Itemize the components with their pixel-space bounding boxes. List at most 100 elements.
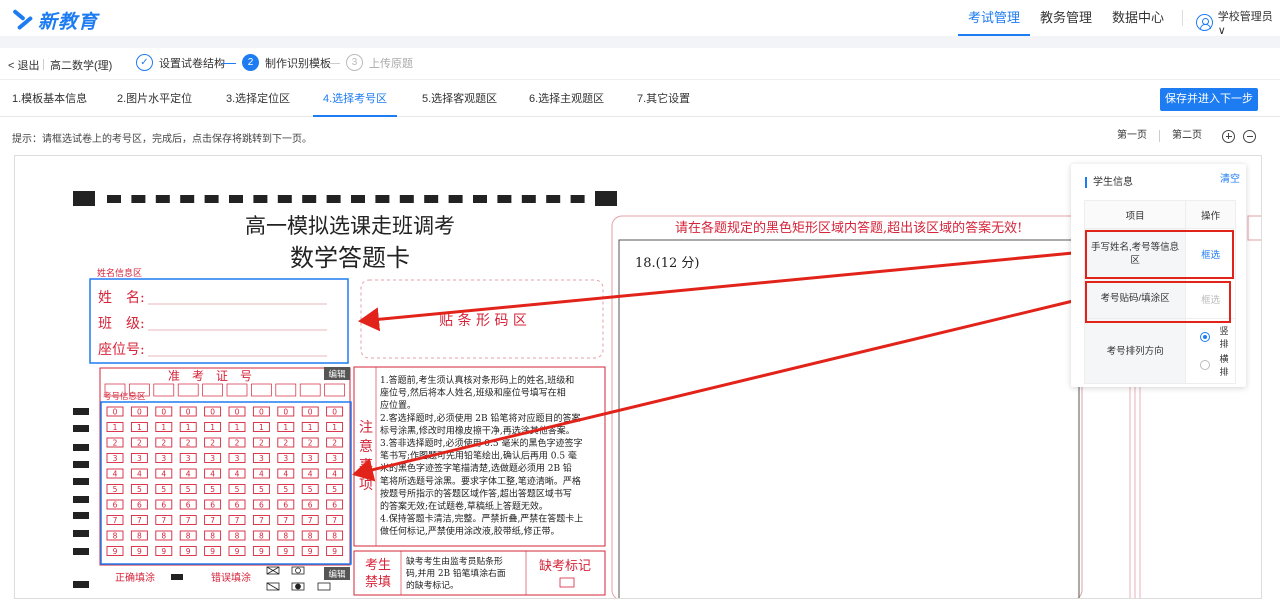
digit-label: 9 [235,547,240,556]
user-menu[interactable]: 学校管理员∨ [1196,8,1280,37]
timing-dash [302,195,317,203]
step-upload-questions[interactable]: 3 上传原题 [346,54,413,71]
digit-label: 5 [332,485,337,494]
tab-select-locator[interactable]: 3.选择定位区 [226,81,290,117]
tab-image-level[interactable]: 2.图片水平定位 [117,81,192,117]
digit-label: 8 [332,532,337,541]
digit-label: 6 [308,501,313,510]
top-nav: 新教育 考试管理 教务管理 数据中心 学校管理员∨ [0,0,1280,37]
radio-on-icon [1200,332,1211,342]
tab-select-objective[interactable]: 5.选择客观题区 [422,81,497,117]
wrong-fill-label: 错误填涂 [211,571,251,584]
zoom-out-icon[interactable] [1243,129,1256,143]
second-page-button[interactable]: 第二页 [1160,126,1214,146]
digit-label: 9 [137,547,142,556]
tab-select-exam-number[interactable]: 4.选择考号区 [313,81,398,117]
logo-icon [12,8,34,31]
digit-label: 9 [308,547,313,556]
side-mark [73,512,89,519]
absent-text-line: 的缺考标记。 [406,579,459,591]
digit-label: 4 [259,470,264,479]
side-mark [73,461,89,468]
nav-data-center[interactable]: 数据中心 [1102,0,1174,36]
first-page-button[interactable]: 第一页 [1105,126,1159,146]
main-nav: 考试管理 教务管理 数据中心 [957,0,1174,36]
step-number: 3 [346,54,363,71]
timing-dash [180,195,195,203]
step-make-template[interactable]: 2 制作识别模板 [242,54,331,71]
nav-exam-management[interactable]: 考试管理 [957,0,1030,36]
header-gap [0,36,1280,48]
notice-line: 应位置。 [380,399,416,411]
step-connector [326,63,340,64]
digit-label: 1 [161,423,166,432]
digit-label: 4 [210,470,215,479]
digit-label: 9 [332,547,337,556]
timing-marks-side [73,408,89,588]
timing-dash [107,195,121,203]
digit-label: 4 [308,470,313,479]
row-number-direction: 考号排列方向 [1083,318,1187,384]
tab-basic-info[interactable]: 1.模板基本信息 [12,81,87,117]
digit-label: 5 [113,485,118,494]
radio-horizontal[interactable]: 横排 [1200,352,1233,378]
radio-vertical[interactable]: 竖排 [1200,324,1233,350]
digit-label: 2 [186,439,191,448]
notice-line: 4.保持答题卡清洁,完整。严禁折叠,严禁在答题卡上 [380,513,583,525]
digit-label: 3 [259,454,264,463]
tab-select-subjective[interactable]: 6.选择主观题区 [529,81,604,117]
digit-label: 0 [308,408,313,417]
digit-label: 8 [308,532,313,541]
digit-label: 9 [113,547,118,556]
digit-label: 6 [235,501,240,510]
digit-label: 8 [161,532,166,541]
notice-line: 米的黑色字迹签字笔描清楚,选做题必须用 2B 铅 [380,462,572,474]
digit-label: 5 [235,485,240,494]
save-next-button[interactable]: 保存并进入下一步 [1160,88,1258,111]
digit-label: 5 [161,485,166,494]
step-set-structure[interactable]: ✓ 设置试卷结构 [136,54,225,71]
digit-label: 4 [161,470,166,479]
exit-button[interactable]: < 退出 [8,57,39,73]
edit-label: 编辑 [328,369,346,380]
notice-line: 按题号所指示的答题区域作答,超出答题区域书写 [380,487,572,499]
digit-label: 7 [186,516,191,525]
digit-label: 3 [308,454,313,463]
clear-button[interactable]: 清空 [1220,170,1240,185]
digit-label: 0 [137,408,142,417]
wrong-fill-samples [266,566,331,591]
step-number: 2 [242,54,259,71]
absent-mark-box [559,577,575,588]
tab-other-settings[interactable]: 7.其它设置 [637,81,690,117]
timing-dash [326,195,341,203]
digit-label: 7 [161,516,166,525]
class-label: 班 级: [98,316,145,332]
logo[interactable]: 新教育 [12,7,98,34]
notice-line: 座位号,然后将本人姓名,班级和座位号填写在相 [380,387,566,399]
answer-box [618,239,1080,598]
digit-write-box [177,383,199,397]
digit-label: 1 [259,423,264,432]
digit-label: 1 [283,423,288,432]
correct-fill-sample [171,574,183,580]
digit-label: 9 [210,547,215,556]
absent-text-line: 码,并用 2B 铅笔填涂右面 [406,567,506,579]
absent-label-line: 禁填 [365,575,391,590]
check-icon: ✓ [136,54,153,71]
timing-dash [131,195,146,203]
timing-dash [497,195,512,203]
zoom-in-icon[interactable] [1222,129,1235,143]
digit-label: 7 [332,516,337,525]
timing-dash [375,195,390,203]
question-number: 18.(12 分) [635,256,700,271]
digit-label: 4 [137,470,142,479]
digit-write-box [299,383,321,397]
digit-label: 1 [186,423,191,432]
timing-dash [570,195,585,203]
timing-dash [521,195,536,203]
digit-label: 0 [259,408,264,417]
nav-academic-management[interactable]: 教务管理 [1030,0,1102,36]
name-label: 姓 名: [98,290,145,306]
step-connector [222,63,236,64]
digit-label: 6 [113,501,118,510]
